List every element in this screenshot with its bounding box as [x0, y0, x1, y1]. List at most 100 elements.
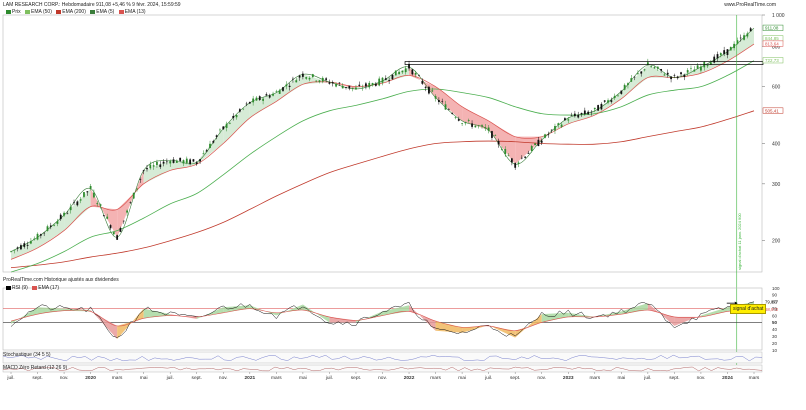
candle-body — [686, 70, 689, 73]
candle-body — [46, 226, 49, 231]
price-tick-label: 200 — [772, 239, 781, 245]
candle-body — [540, 140, 543, 143]
candle-body — [431, 90, 434, 92]
candle-body — [530, 146, 533, 152]
x-tick-label: nov. — [378, 376, 387, 381]
candle-body — [627, 83, 629, 85]
candle-body — [653, 67, 656, 69]
candle-body — [537, 139, 540, 147]
candle-body — [534, 143, 536, 145]
candle-body — [10, 251, 12, 252]
candle-body — [391, 74, 394, 80]
candle-body — [36, 233, 39, 240]
candle-body — [656, 66, 659, 69]
price-value-label: 505,41 — [765, 108, 779, 113]
candle-body — [418, 75, 420, 76]
candle-body — [358, 84, 361, 86]
candle-body — [384, 78, 387, 80]
candle-body — [749, 28, 752, 32]
candle-body — [222, 126, 225, 130]
candle-body — [23, 243, 26, 247]
candle-body — [139, 179, 142, 180]
candle-body — [378, 78, 381, 86]
candle-body — [520, 157, 523, 159]
candle-body — [696, 65, 699, 69]
candle-body — [365, 83, 367, 87]
candle-body — [235, 115, 238, 118]
candle-body — [185, 158, 188, 163]
candle-body — [394, 70, 397, 76]
x-tick-label: juil. — [166, 375, 174, 381]
candle-body — [630, 78, 633, 82]
candle-body — [733, 43, 735, 49]
candle-body — [593, 107, 596, 110]
candle-body — [361, 87, 364, 89]
chart-title: LAM RESEARCH CORP.: Hebdomadaire 911,08 … — [3, 2, 181, 8]
candle-body — [477, 125, 480, 127]
candle-body — [514, 163, 517, 168]
candle-body — [441, 101, 444, 102]
legend-swatch-ema13 — [118, 9, 124, 14]
candle-body — [603, 100, 606, 102]
candle-body — [371, 83, 374, 86]
candle-body — [428, 86, 430, 94]
candle-body — [199, 159, 201, 162]
candle-body — [245, 103, 248, 105]
candle-body — [729, 46, 732, 51]
legend: Prix EMA (50) EMA (200) EMA (5) EMA (13) — [3, 9, 146, 15]
candle-body — [331, 82, 334, 84]
x-tick-label: mai — [617, 375, 625, 381]
candle-body — [444, 104, 447, 110]
candle-body — [26, 244, 29, 246]
candle-body — [484, 127, 487, 129]
x-tick-label: 2021 — [244, 375, 255, 381]
watermark: www.ProRealTime.com — [724, 2, 776, 8]
rsi-tick-label: 30 — [772, 334, 778, 339]
candle-body — [368, 82, 371, 88]
candle-body — [79, 199, 82, 201]
candle-body — [467, 120, 470, 121]
candle-body — [229, 123, 231, 124]
candle-body — [33, 238, 36, 240]
x-tick-label: mars — [589, 375, 600, 381]
candle-body — [501, 149, 503, 151]
legend-swatch-ema5 — [90, 9, 96, 14]
candle-body — [464, 121, 467, 124]
candle-body — [325, 78, 328, 80]
candle-body — [424, 86, 427, 88]
x-tick-label: 2020 — [85, 375, 96, 381]
x-tick-label: sept. — [510, 375, 520, 381]
candle-body — [39, 234, 42, 236]
candle-body — [670, 76, 672, 80]
price-tick-label: 1 000 — [772, 13, 785, 19]
candle-body — [53, 225, 56, 227]
candle-body — [454, 117, 457, 119]
candle-body — [252, 98, 255, 103]
candle-body — [567, 119, 570, 121]
rsi-tick-label: 50 — [772, 320, 778, 325]
candle-body — [49, 225, 52, 227]
candle-body — [683, 74, 686, 78]
candle-body — [152, 165, 155, 167]
candle-body — [238, 109, 241, 112]
x-tick-label: juil. — [643, 375, 651, 381]
candle-body — [311, 74, 314, 78]
rsi-tick-label: 90 — [772, 293, 778, 298]
buy-signal-vertical-label: signal d'achat 11 janv. 2024 900 — [737, 213, 742, 270]
x-tick-label: juil. — [6, 375, 14, 381]
candle-body — [739, 37, 742, 39]
candle-body — [109, 225, 112, 229]
rsi-legend: RSI (9) EMA (17) — [3, 285, 59, 291]
candle-body — [292, 78, 294, 80]
candle-body — [507, 155, 510, 157]
x-tick-label: mai — [140, 375, 148, 381]
candle-body — [680, 72, 682, 75]
candle-body — [457, 119, 460, 121]
candle-body — [401, 70, 404, 73]
source-note: ProRealTime.com Historique ajustés aux d… — [3, 277, 119, 283]
candle-body — [494, 135, 497, 136]
candle-body — [341, 85, 344, 89]
candle-body — [162, 161, 165, 164]
candle-body — [491, 131, 493, 138]
candle-body — [554, 125, 556, 131]
